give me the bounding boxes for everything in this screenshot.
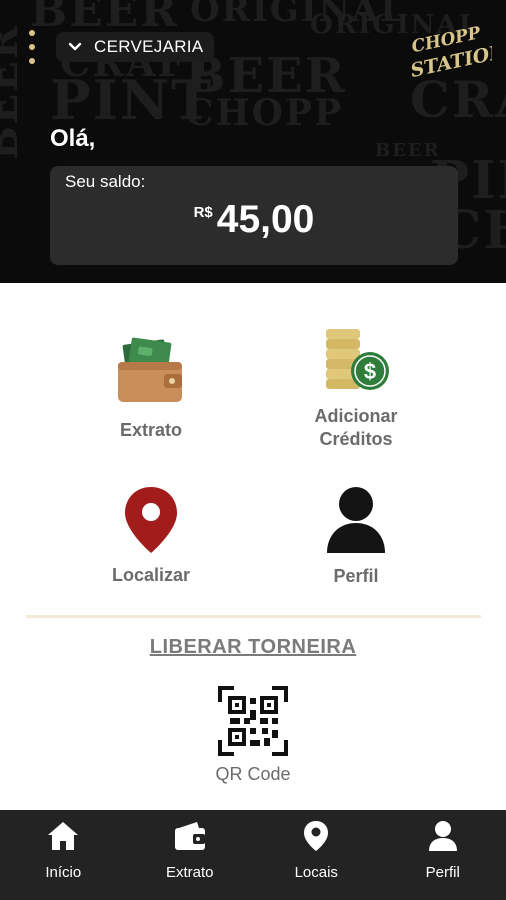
person-icon <box>428 821 457 851</box>
person-icon <box>327 487 385 553</box>
menu-dot <box>29 30 35 36</box>
more-menu-button[interactable] <box>22 30 42 64</box>
nav-item-perfil[interactable]: Perfil <box>380 810 506 900</box>
balance-label: Seu saldo: <box>65 172 146 191</box>
menu-dot <box>29 44 35 50</box>
svg-text:$: $ <box>364 359 376 384</box>
liberar-torneira-link[interactable]: LIBERAR TORNEIRA <box>0 636 506 659</box>
chopp-station-logo: CHOPP STATION <box>409 23 492 82</box>
qr-code-icon <box>218 686 288 756</box>
greeting: Olá, <box>50 125 96 152</box>
balance-card: Seu saldo: R$ 45,00 <box>50 166 458 265</box>
chevron-down-icon <box>68 42 82 51</box>
wallet-icon <box>174 822 205 850</box>
extrato-label: Extrato <box>119 420 182 440</box>
extrato-button[interactable]: Extrato <box>51 334 251 442</box>
adicionar-creditos-button[interactable]: $ Adicionar Créditos <box>256 325 456 451</box>
balance-value: R$ 45,00 <box>50 198 458 242</box>
menu-dot <box>29 58 35 64</box>
nav-label: Locais <box>294 864 338 881</box>
coins-dollar-icon: $ <box>326 329 389 390</box>
perfil-label: Perfil <box>333 566 379 586</box>
header: BEER ORIGINAL CRAFT PINT BEER CHOPP PINT… <box>0 0 506 283</box>
localizar-button[interactable]: Localizar <box>51 485 251 587</box>
location-pin-icon <box>125 487 177 553</box>
location-pin-icon <box>304 821 329 851</box>
perfil-button[interactable]: Perfil <box>256 485 456 588</box>
localizar-label: Localizar <box>111 565 191 585</box>
nav-label: Início <box>45 864 82 881</box>
location-selector[interactable]: CERVEJARIA <box>56 32 214 62</box>
nav-label: Extrato <box>165 864 214 881</box>
balance-amount: 45,00 <box>216 198 315 241</box>
bg-word: CHOPP <box>185 92 344 134</box>
location-label: CERVEJARIA <box>94 37 204 56</box>
nav-item-inicio[interactable]: Início <box>0 810 127 900</box>
divider <box>26 615 481 618</box>
nav-label: Perfil <box>425 864 460 881</box>
adicionar-creditos-label: Adicionar Créditos <box>314 406 398 449</box>
balance-currency: R$ <box>193 204 213 221</box>
bg-word: BEER <box>375 140 441 161</box>
home-icon <box>48 822 79 850</box>
nav-item-locais[interactable]: Locais <box>253 810 380 900</box>
wallet-icon <box>118 337 182 402</box>
qr-code-label: QR Code <box>215 764 291 784</box>
qr-code-button[interactable]: QR Code <box>203 686 303 785</box>
bottom-navigation: Início Extrato Locais Perfil <box>0 810 506 900</box>
nav-item-extrato[interactable]: Extrato <box>127 810 254 900</box>
